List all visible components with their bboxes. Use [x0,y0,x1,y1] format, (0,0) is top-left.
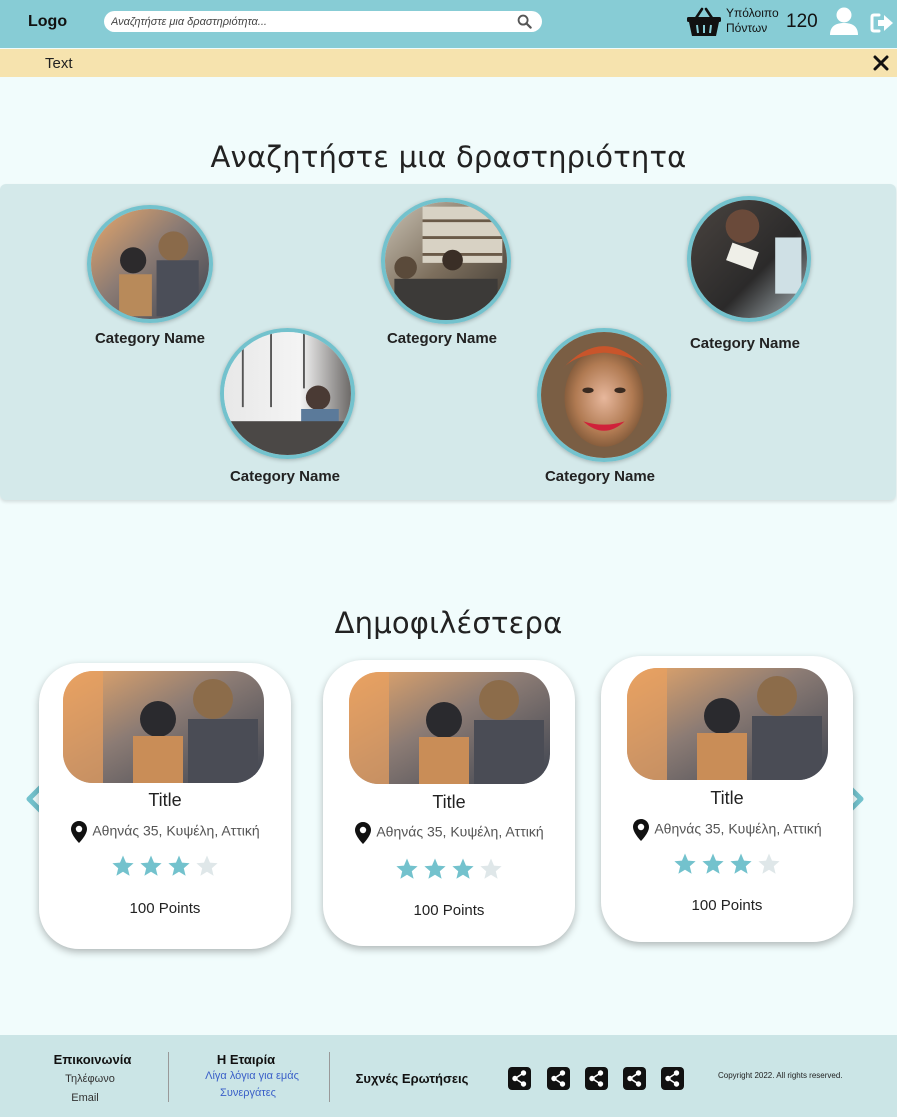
location-pin-icon [71,821,88,843]
card-address: Αθηνάς 35, Κυψέλη, Αττική [601,818,853,842]
card-title: Title [432,792,466,812]
search-bar [104,11,542,32]
category-image[interactable] [687,196,811,322]
footer-partners-link[interactable]: Συνεργάτες [192,1087,304,1099]
card-address-text: Αθηνάς 35, Κυψέλη, Αττική [654,820,822,837]
share-icon[interactable] [508,1067,531,1090]
card-title: Title [148,790,182,810]
points-label: Υπόλοιπο Πόντων [726,6,779,36]
card-image [63,671,264,783]
card-points: 100 Points [413,902,485,919]
star-filled-icon [730,853,752,874]
footer-email-link[interactable]: Email [35,1092,135,1104]
points-label-line2: Πόντων [726,21,768,35]
star-filled-icon [140,855,162,876]
category-image[interactable] [381,198,511,324]
star-empty-icon [480,858,502,879]
category-image[interactable] [220,328,355,459]
star-filled-icon [396,858,418,879]
card-address-text: Αθηνάς 35, Κυψέλη, Αττική [376,823,544,840]
share-icon[interactable] [547,1067,570,1090]
popular-title: Δημοφιλέστερα [334,606,563,640]
category-name[interactable]: Category Name [520,468,680,485]
footer-about-link[interactable]: Λίγα λόγια για εμάς [192,1070,312,1082]
footer-faq-link[interactable]: Συχνές Ερωτήσεις [352,1071,472,1086]
card-image [349,672,550,784]
rating-stars [323,857,575,886]
footer-contact-heading: Επικοινωνία [53,1052,132,1067]
points-label-line1: Υπόλοιπο [726,6,779,20]
search-icon[interactable] [517,14,532,29]
user-icon[interactable] [829,6,859,36]
category-name[interactable]: Category Name [362,330,522,347]
points-value: 120 [786,11,818,32]
activity-card[interactable]: Title Αθηνάς 35, Κυψέλη, Αττική 100 Poin… [39,663,291,949]
category-name[interactable]: Category Name [205,468,365,485]
basket-icon[interactable] [686,6,722,38]
activity-card[interactable]: Title Αθηνάς 35, Κυψέλη, Αττική 100 Poin… [323,660,575,946]
star-empty-icon [758,853,780,874]
card-title: Title [710,788,744,808]
notice-text: Text [45,55,73,72]
notice-bar [0,49,897,77]
card-points: 100 Points [691,897,763,914]
rating-stars [601,852,853,881]
logout-icon[interactable] [870,12,894,34]
share-icon[interactable] [661,1067,684,1090]
share-icon[interactable] [623,1067,646,1090]
search-input[interactable] [111,13,511,30]
star-filled-icon [452,858,474,879]
close-icon[interactable] [873,55,889,71]
footer-phone-link[interactable]: Τηλέφωνο [40,1073,140,1085]
star-filled-icon [674,853,696,874]
card-address-text: Αθηνάς 35, Κυψέλη, Αττική [92,822,260,839]
location-pin-icon [633,819,650,841]
card-address: Αθηνάς 35, Κυψέλη, Αττική [39,820,291,844]
activity-card[interactable]: Title Αθηνάς 35, Κυψέλη, Αττική 100 Poin… [601,656,853,942]
star-filled-icon [168,855,190,876]
share-icon[interactable] [585,1067,608,1090]
card-address: Αθηνάς 35, Κυψέλη, Αττική [323,821,575,845]
card-image [627,668,828,780]
location-pin-icon [355,822,372,844]
category-name[interactable]: Category Name [70,330,230,347]
category-image[interactable] [537,328,671,462]
copyright-text: Copyright 2022. All rights reserved. [718,1071,843,1080]
footer-company-heading: Η Εταιρία [216,1052,276,1067]
categories-title: Αναζητήστε μια δραστηριότητα [210,140,687,174]
category-image[interactable] [87,205,213,323]
star-filled-icon [702,853,724,874]
star-filled-icon [424,858,446,879]
logo[interactable]: Logo [28,13,67,31]
card-points: 100 Points [129,900,201,917]
star-empty-icon [196,855,218,876]
star-filled-icon [112,855,134,876]
rating-stars [39,854,291,883]
footer-divider [168,1052,169,1102]
category-name[interactable]: Category Name [665,335,825,352]
footer-divider [329,1052,330,1102]
